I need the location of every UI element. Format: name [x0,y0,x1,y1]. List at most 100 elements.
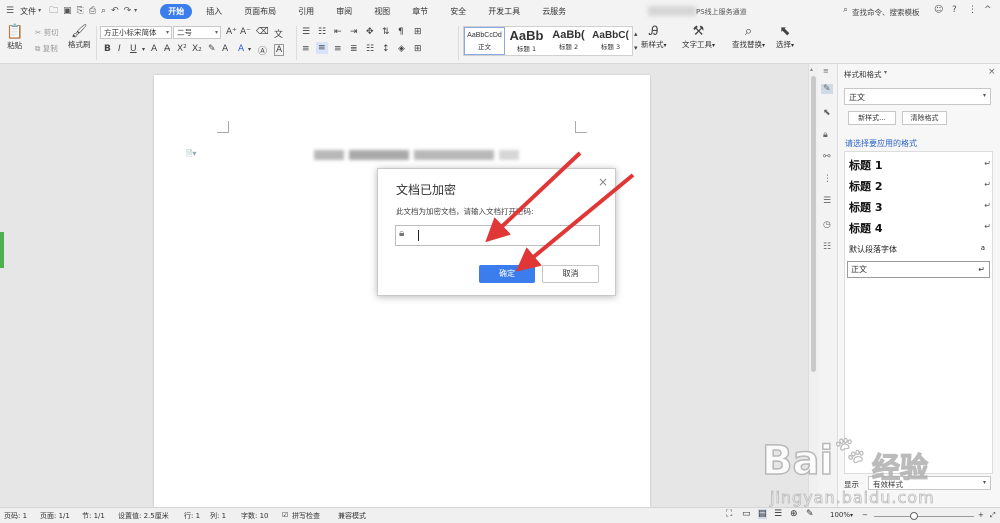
align-left-icon[interactable]: ≡ [302,44,310,54]
tab-home[interactable]: 开始 [160,3,193,19]
file-menu[interactable]: 文件 [18,6,38,17]
history-pane-icon[interactable]: ◷ [823,220,831,230]
status-page-num[interactable]: 页码: 1 [4,511,27,521]
chevron-down-icon[interactable]: ▾ [142,46,145,53]
more-pane-icon[interactable]: ☷ [823,242,831,252]
print-preview-icon[interactable]: ⌕ [101,6,106,16]
shading-icon[interactable]: ◈ [398,44,405,54]
hamburger-icon[interactable]: ☰ [6,6,14,16]
select-pane-icon[interactable]: ⬉ [823,108,831,118]
save-icon[interactable]: ▣ [63,6,72,16]
copy-button[interactable]: ⧉ 复制 [35,43,58,54]
status-spell-check[interactable]: 拼写检查 [292,511,320,521]
tab-page-layout[interactable]: 页面布局 [236,4,284,19]
style-item-normal[interactable]: 正文 ↵ [847,261,990,278]
find-replace-button[interactable]: ⌕ 查找替换▾ [732,24,765,50]
status-word-count[interactable]: 字数: 10 [241,511,269,521]
superscript-icon[interactable]: X² [177,44,187,54]
new-style-panel-button[interactable]: 新样式... [848,111,896,125]
italic-icon[interactable]: I [118,44,121,54]
spell-check-icon[interactable]: ☑ [282,511,288,519]
navigation-pane-icon[interactable]: ☰ [823,196,831,206]
decrease-indent-icon[interactable]: ⇤ [334,27,342,37]
grow-font-icon[interactable]: A⁺ [226,27,237,37]
tab-security[interactable]: 安全 [442,4,474,19]
chevron-down-icon[interactable]: ▾ [38,8,41,14]
cut-button[interactable]: ✂ 剪切 [35,27,59,38]
paste-button[interactable]: 📋 粘贴 [6,24,23,51]
tab-view[interactable]: 视图 [366,4,398,19]
command-search[interactable]: 查找命令、搜索模板 [852,7,920,18]
style-item-heading-4[interactable]: 标题 4 ↵ [849,220,995,236]
lock-pane-icon[interactable]: 🔒︎ [823,130,828,140]
style-item-heading-2[interactable]: 标题 2 ↵ [849,178,995,194]
paragraph-handle-icon[interactable]: 🗎▾ [186,148,196,162]
export-pdf-icon[interactable]: ⎘ [77,6,84,16]
search-icon[interactable]: ⌕ [843,6,848,15]
share-pane-icon[interactable]: ⚯ [823,152,831,162]
redo-icon[interactable]: ↷ [124,6,132,16]
collapse-ribbon-icon[interactable]: ^ [984,6,992,15]
cancel-button[interactable]: 取消 [542,265,599,283]
ok-button[interactable]: 确定 [479,265,535,283]
tab-developer[interactable]: 开发工具 [480,4,528,19]
gallery-scroll-icon[interactable]: ▴ [634,30,638,38]
select-button[interactable]: ⬉ 选择▾ [776,24,794,50]
gallery-scroll-icon[interactable]: ▾ [634,44,638,52]
tab-references[interactable]: 引用 [290,4,322,19]
fullscreen-icon[interactable]: ⛶ [726,509,732,519]
style-heading-3[interactable]: AaBbC( 标题 3 [590,27,631,55]
char-border-icon[interactable]: Ⓐ [258,44,267,57]
scroll-up-icon[interactable]: ▴ [810,66,813,73]
chevron-down-icon[interactable]: ▾ [884,69,887,76]
status-row[interactable]: 行: 1 [184,511,200,521]
style-item-default-font[interactable]: 默认段落字体 a [849,244,989,255]
zoom-slider-track[interactable] [874,516,974,517]
char-shading-icon[interactable]: A [222,44,228,54]
format-painter-button[interactable]: 🖌 格式刷 [68,24,91,50]
password-field[interactable]: 🔒︎ [395,225,600,246]
menu-icon[interactable]: ≡ [823,67,829,75]
underline-icon[interactable]: U [130,44,137,54]
line-spacing-icon[interactable]: ↕ [382,44,390,54]
align-right-icon[interactable]: ≡ [334,44,342,54]
show-marks-icon[interactable]: ¶ [398,27,404,37]
status-col[interactable]: 列: 1 [210,511,226,521]
outline-pane-icon[interactable]: ⋮ [823,174,832,184]
print-icon[interactable]: ⎙ [89,6,96,16]
zoom-in-icon[interactable]: + [978,511,984,519]
highlight-icon[interactable]: ✎ [208,44,216,54]
align-center-icon[interactable]: ≡ [316,42,328,54]
clear-format-icon[interactable]: ⌫ [256,27,269,37]
sort-icon[interactable]: ⇅ [382,27,390,37]
style-normal[interactable]: AaBbCcDd 正文 [464,27,505,55]
pinyin-icon[interactable]: 文 [274,27,283,40]
font-name-select[interactable]: 方正小标宋简体 ▾ [100,26,172,39]
clear-format-button[interactable]: 清除格式 [902,111,947,125]
style-heading-2[interactable]: AaBb( 标题 2 [548,27,589,55]
font-color-icon[interactable]: A [238,44,244,54]
style-item-heading-1[interactable]: 标题 1 ↵ [849,157,995,173]
distribute-icon[interactable]: ☷ [366,44,374,54]
promo-link[interactable]: PS线上服务通道 [696,7,747,17]
justify-icon[interactable]: ≣ [350,44,358,54]
style-item-heading-3[interactable]: 标题 3 ↵ [849,199,995,215]
read-mode-icon[interactable]: ▭ [742,509,751,519]
style-pane-icon[interactable]: ✎ [821,84,833,94]
borders-icon[interactable]: ⊞ [414,44,422,54]
tab-cloud-service[interactable]: 云服务 [534,4,574,19]
side-tab-marker[interactable] [0,232,4,268]
help-icon[interactable]: ? [952,6,957,15]
shrink-font-icon[interactable]: A⁻ [240,27,251,37]
numbered-list-icon[interactable]: ☷ [318,27,326,37]
chevron-down-icon[interactable]: ▾ [248,46,251,53]
current-style-select[interactable]: 正文 ▾ [844,88,991,105]
open-folder-icon[interactable]: 🗀 [49,6,58,16]
text-tools-button[interactable]: ⚒ 文字工具▾ [682,24,715,50]
strikethrough-icon[interactable]: A̶ [164,44,170,54]
paragraph-settings-icon[interactable]: ⊞ [414,27,422,37]
feedback-icon[interactable]: ☺ [934,6,943,15]
undo-icon[interactable]: ↶ [111,6,119,16]
status-setting[interactable]: 设置值: 2.5厘米 [118,511,169,521]
fit-page-icon[interactable]: ⤢ [990,511,996,520]
